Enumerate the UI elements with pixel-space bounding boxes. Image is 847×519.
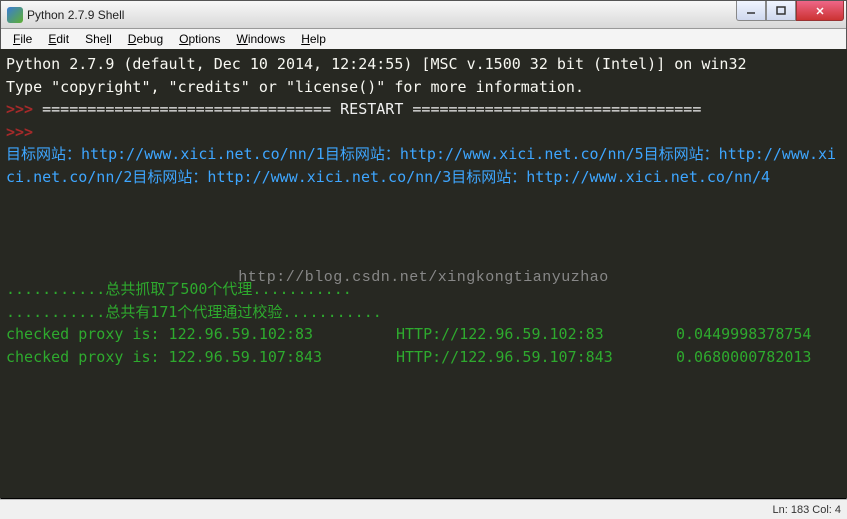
- proxy-col-a: checked proxy is: 122.96.59.102:83: [6, 323, 396, 346]
- prompt: >>>: [6, 123, 42, 141]
- menu-shell[interactable]: Shell: [77, 30, 120, 48]
- summary-line: ...........总共有171个代理通过校验...........: [6, 301, 841, 324]
- banner-line: Python 2.7.9 (default, Dec 10 2014, 12:2…: [6, 53, 841, 76]
- blank-line: [6, 211, 841, 234]
- menu-options[interactable]: Options: [171, 30, 228, 48]
- statusbar: Ln: 183 Col: 4: [0, 499, 847, 519]
- restart-line: >>> ================================ RES…: [6, 98, 841, 121]
- menu-windows[interactable]: Windows: [229, 30, 294, 48]
- blank-line: [6, 233, 841, 256]
- summary-line: ...........总共抓取了500个代理...........: [6, 278, 841, 301]
- blank-line: [6, 256, 841, 279]
- proxy-line: checked proxy is: 122.96.59.102:83HTTP:/…: [6, 323, 841, 346]
- targets-line: 目标网站：http://www.xici.net.co/nn/1目标网站：htt…: [6, 143, 841, 188]
- menu-debug[interactable]: Debug: [120, 30, 171, 48]
- menu-edit[interactable]: Edit: [40, 30, 77, 48]
- minimize-button[interactable]: [736, 1, 766, 21]
- proxy-col-c: 0.0680000782013: [676, 348, 811, 366]
- proxy-col-c: 0.0449998378754: [676, 325, 811, 343]
- close-button[interactable]: [796, 1, 844, 21]
- proxy-col-b: HTTP://122.96.59.102:83: [396, 323, 676, 346]
- menu-file[interactable]: File: [5, 30, 40, 48]
- restart-divider: ================================ RESTART…: [42, 100, 701, 118]
- console-output[interactable]: Python 2.7.9 (default, Dec 10 2014, 12:2…: [0, 49, 847, 498]
- prompt-line: >>>: [6, 121, 841, 144]
- python-icon: [7, 7, 23, 23]
- menu-help[interactable]: Help: [293, 30, 334, 48]
- menubar: File Edit Shell Debug Options Windows He…: [1, 29, 846, 50]
- window-titlebar: Python 2.7.9 Shell: [1, 1, 846, 29]
- window-controls: [736, 1, 844, 21]
- blank-line: [6, 188, 841, 211]
- prompt: >>>: [6, 100, 42, 118]
- proxy-line: checked proxy is: 122.96.59.107:843HTTP:…: [6, 346, 841, 369]
- banner-line: Type "copyright", "credits" or "license(…: [6, 76, 841, 99]
- maximize-button[interactable]: [766, 1, 796, 21]
- window-title: Python 2.7.9 Shell: [27, 8, 846, 22]
- proxy-col-b: HTTP://122.96.59.107:843: [396, 346, 676, 369]
- cursor-position: Ln: 183 Col: 4: [773, 504, 842, 516]
- proxy-col-a: checked proxy is: 122.96.59.107:843: [6, 346, 396, 369]
